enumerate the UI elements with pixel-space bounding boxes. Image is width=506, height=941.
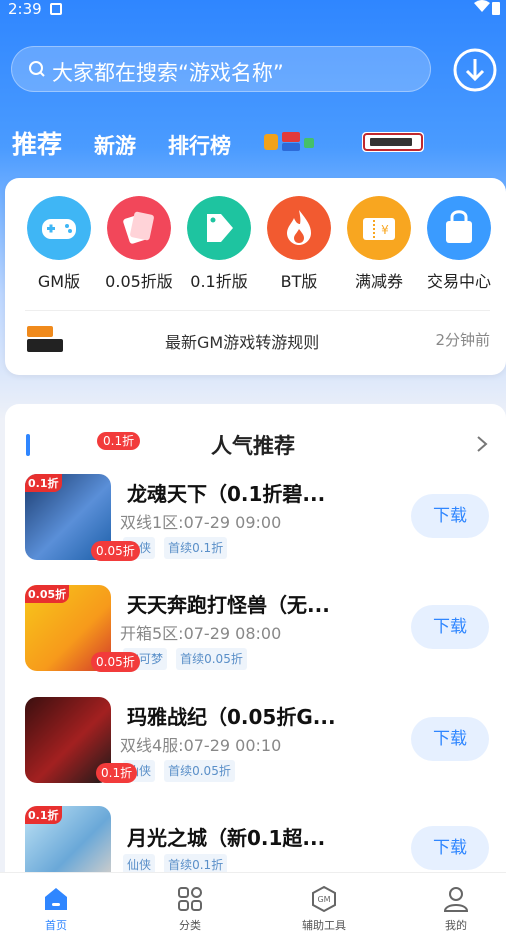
bottom-tab-label: 我的: [445, 919, 467, 932]
bottom-tab-mine[interactable]: 我的: [406, 885, 506, 933]
download-button[interactable]: 下载: [411, 494, 489, 538]
game-server: 双线1区:07-29 09:00: [120, 513, 282, 532]
game-name: 玛雅战纪（0.05折G...: [127, 705, 336, 729]
gamepad-icon: [27, 196, 91, 260]
category-bt[interactable]: BT版: [259, 196, 339, 292]
shopping-bag-icon: [427, 196, 491, 260]
game-name: 龙魂天下（0.1折碧...: [127, 482, 326, 506]
game-tag: 首续0.05折: [164, 760, 235, 782]
game-list-item[interactable]: 玛雅战纪（0.05折G... 双线4服:07-29 00:10 仙侠 首续0.0…: [5, 697, 506, 797]
divider: [25, 310, 490, 311]
promo-banner-badge[interactable]: [360, 128, 428, 156]
game-tag: 首续0.05折: [176, 648, 247, 670]
category-label: BT版: [280, 272, 318, 291]
home-icon: [45, 888, 67, 910]
category-coupon[interactable]: ¥ 满减券: [339, 196, 419, 292]
search-placeholder: 大家都在搜索“游戏名称”: [52, 61, 284, 85]
bottom-tab-category[interactable]: 分类: [140, 885, 240, 933]
game-list-item[interactable]: 0.05折 天天奔跑打怪兽（无... 开箱5区:07-29 08:00 宝可梦 …: [5, 585, 506, 685]
price-tag-icon: [187, 196, 251, 260]
category-label: 0.1折版: [190, 272, 248, 291]
corner-label: 0.1折: [25, 474, 62, 492]
category-label: 0.05折版: [105, 272, 173, 291]
category-label: 满减券: [354, 272, 403, 291]
notice-badge-icon: [27, 326, 63, 352]
game-list-item[interactable]: 0.1折 龙魂天下（0.1折碧... 双线1区:07-29 09:00 仙侠 首…: [5, 474, 506, 574]
tab-new-games[interactable]: 新游: [94, 130, 136, 160]
game-tag: 首续0.1折: [164, 537, 228, 559]
section-accent-bar: [26, 434, 30, 456]
gm-tool-icon: GM: [312, 885, 336, 913]
game-tags: 宝可梦 首续0.05折: [123, 648, 251, 670]
category-card: GM版 0.05折版 0.1折版 BT版 ¥ 满减券 交易中心 最新GM游戏转游…: [5, 178, 506, 375]
coupon-tag-icon: [107, 196, 171, 260]
status-time: 2:39: [8, 0, 42, 18]
game-server: 开箱5区:07-29 08:00: [120, 624, 282, 643]
flame-icon: [267, 196, 331, 260]
notification-icon: [50, 3, 62, 15]
game-name: 天天奔跑打怪兽（无...: [127, 593, 330, 617]
bottom-tab-home[interactable]: 首页: [6, 885, 106, 933]
category-005-discount[interactable]: 0.05折版: [99, 196, 179, 292]
game-discount-badge: 0.05折: [91, 652, 140, 672]
download-button[interactable]: 下载: [411, 826, 489, 870]
tab-recommend[interactable]: 推荐: [12, 125, 62, 161]
tab-ranking[interactable]: 排行榜: [168, 130, 231, 160]
svg-text:¥: ¥: [381, 223, 389, 237]
wifi-icon: [474, 0, 490, 12]
discount-badge: 0.1折: [97, 432, 141, 450]
bottom-tab-label: 分类: [179, 919, 201, 932]
battery-icon: [492, 2, 500, 15]
category-trade-center[interactable]: 交易中心: [419, 196, 499, 292]
game-discount-badge: 0.05折: [91, 541, 140, 561]
user-icon: [443, 887, 469, 912]
chevron-right-icon[interactable]: [475, 434, 489, 454]
search-icon: [29, 61, 45, 77]
category-gm[interactable]: GM版: [19, 196, 99, 292]
game-discount-badge: 0.1折: [96, 763, 138, 783]
bottom-navigation: 首页 分类 GM 辅助工具 我的: [0, 872, 506, 941]
category-01-discount[interactable]: 0.1折版: [179, 196, 259, 292]
game-name: 月光之城（新0.1超...: [127, 826, 326, 850]
download-button[interactable]: 下载: [411, 605, 489, 649]
notice-text[interactable]: 最新GM游戏转游规则: [165, 329, 319, 353]
promo-banner-logo[interactable]: [262, 128, 330, 156]
grid-icon: [178, 887, 202, 911]
search-bar[interactable]: 大家都在搜索“游戏名称”: [11, 46, 431, 92]
corner-label: 0.1折: [25, 806, 62, 824]
game-tags: 仙侠 首续0.05折: [123, 760, 239, 782]
notice-time: 2分钟前: [435, 331, 490, 349]
category-label: 交易中心: [426, 272, 491, 291]
top-nav-tabs: 推荐 新游 排行榜: [0, 125, 506, 165]
popular-recommend-section: 0.1折 人气推荐 0.1折 龙魂天下（0.1折碧... 双线1区:07-29 …: [5, 404, 506, 892]
category-label: GM版: [37, 272, 81, 291]
download-button[interactable]: 下载: [411, 717, 489, 761]
svg-text:GM: GM: [317, 895, 330, 904]
download-manager-icon[interactable]: [453, 48, 497, 92]
bottom-tab-label: 辅助工具: [302, 919, 346, 932]
bottom-tab-tools[interactable]: GM 辅助工具: [274, 885, 374, 933]
bottom-tab-label: 首页: [45, 919, 67, 932]
ticket-icon: ¥: [347, 196, 411, 260]
status-bar: 2:39: [0, 0, 506, 20]
section-title: 人气推荐: [211, 434, 295, 458]
game-server: 双线4服:07-29 00:10: [120, 736, 282, 755]
corner-label: 0.05折: [25, 585, 70, 603]
